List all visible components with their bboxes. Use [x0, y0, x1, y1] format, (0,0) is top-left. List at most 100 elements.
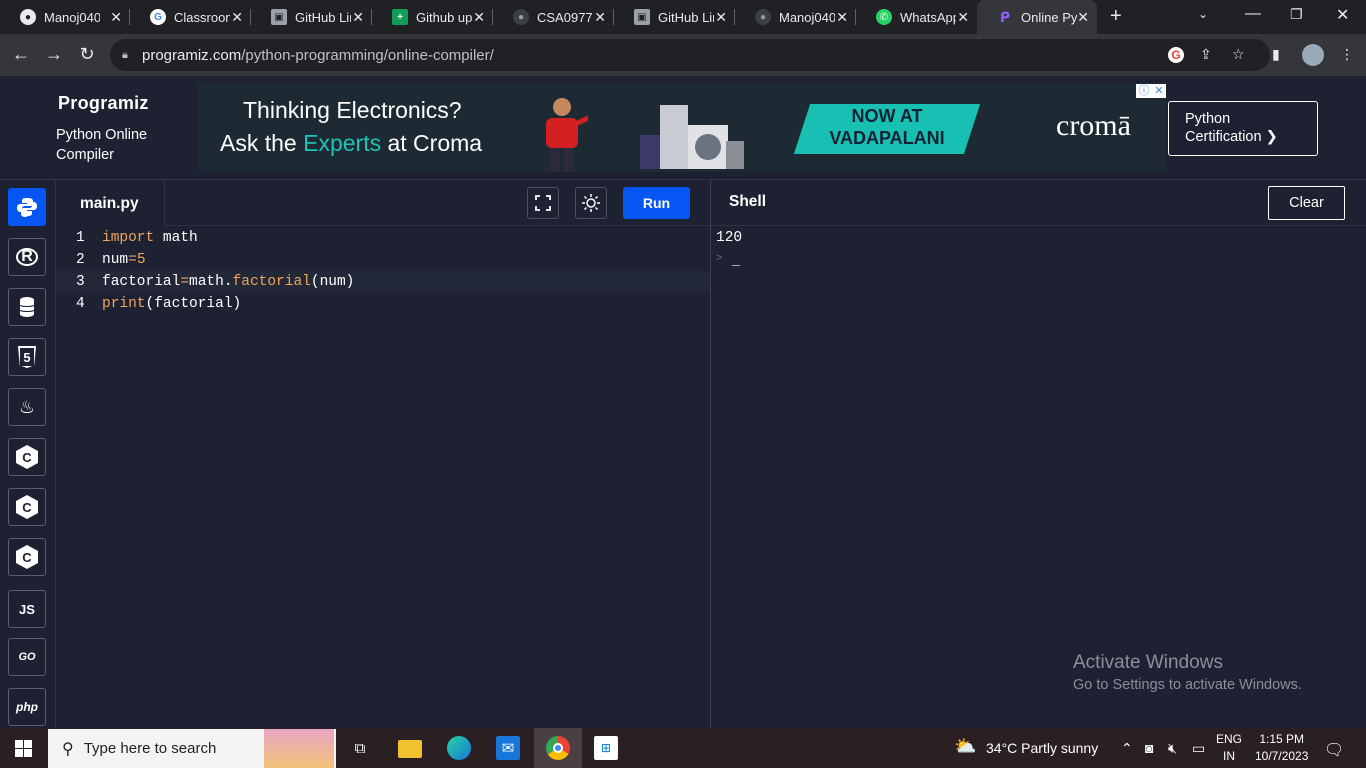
browser-tab[interactable]: ✆ WhatsApp ✕: [856, 0, 977, 34]
sidebar-item-python[interactable]: [8, 188, 46, 226]
close-tab-icon[interactable]: ✕: [715, 9, 727, 26]
language-indicator[interactable]: ENG IN: [1216, 731, 1242, 765]
weather-icon[interactable]: ⛅: [954, 736, 976, 757]
close-window-button[interactable]: ✕: [1336, 5, 1349, 25]
sidebar-item-go[interactable]: GO: [8, 638, 46, 676]
sidebar-item-php[interactable]: php: [8, 688, 46, 726]
code-line[interactable]: 4 print(factorial): [56, 293, 710, 315]
programiz-logo[interactable]: Programiz: [58, 93, 149, 114]
restore-button[interactable]: ❐: [1290, 6, 1303, 23]
sidebar-item-r[interactable]: R: [8, 238, 46, 276]
menu-icon[interactable]: ⋮: [1340, 46, 1354, 63]
programiz-icon: ᑭ: [999, 8, 1011, 25]
theme-toggle-button[interactable]: [575, 187, 607, 219]
shell-title: Shell: [729, 193, 767, 210]
reload-button[interactable]: ↻: [76, 44, 98, 65]
browser-tab[interactable]: ● CSA0977- ✕: [493, 0, 614, 34]
close-tab-icon[interactable]: ✕: [231, 9, 243, 26]
code-editor[interactable]: 1 import math 2 num=5 3 factorial=math.f…: [56, 227, 710, 728]
forward-button[interactable]: →: [43, 44, 65, 65]
activate-windows-subtitle: Go to Settings to activate Windows.: [1073, 677, 1302, 693]
image-icon: ▣: [271, 9, 287, 25]
browser-tab[interactable]: ▣ GitHub Lir ✕: [614, 0, 735, 34]
ad-badge-line2: VADAPALANI: [829, 128, 945, 148]
notifications-icon[interactable]: 🗨︎: [1324, 740, 1344, 760]
side-panel-icon[interactable]: ▮: [1272, 46, 1280, 63]
image-icon: ▣: [634, 9, 650, 25]
tab-search-icon[interactable]: ⌄: [1198, 7, 1208, 21]
file-tab-main-py[interactable]: main.py: [56, 180, 165, 226]
sidebar-item-c[interactable]: C: [8, 438, 46, 476]
browser-tab[interactable]: ▣ GitHub Lir ✕: [251, 0, 372, 34]
mail-icon[interactable]: ✉: [496, 736, 520, 760]
cpp-icon: C: [16, 495, 38, 519]
python-certification-button[interactable]: Python Certification ❯: [1168, 101, 1318, 156]
ad-banner[interactable]: Thinking Electronics? Ask the Experts at…: [198, 83, 1166, 172]
browser-tab-active[interactable]: ᑭ Online Py ✕: [977, 0, 1097, 34]
edge-icon[interactable]: [447, 736, 471, 760]
close-tab-icon[interactable]: ✕: [836, 9, 848, 26]
code-line[interactable]: 2 num=5: [56, 249, 710, 271]
csharp-icon: C: [16, 545, 38, 569]
sidebar-item-java[interactable]: ♨: [8, 388, 46, 426]
browser-tab[interactable]: G Classroom ✕: [130, 0, 251, 34]
sidebar-item-javascript[interactable]: JS: [8, 590, 46, 628]
shell-output-text: 120: [716, 230, 743, 246]
shell-output[interactable]: 120 > _: [711, 227, 1366, 728]
line-number: 1: [76, 230, 85, 246]
file-explorer-icon[interactable]: [398, 740, 422, 758]
share-icon[interactable]: ⇪: [1200, 46, 1212, 63]
weather-text[interactable]: 34°C Partly sunny: [986, 740, 1098, 756]
meet-now-icon[interactable]: ◙: [1145, 740, 1153, 756]
close-tab-icon[interactable]: ✕: [110, 9, 122, 26]
browser-tab[interactable]: ● Manoj040 ✕: [735, 0, 856, 34]
ad-line2: Ask the Experts at Croma: [220, 130, 483, 156]
ad-choices-icon[interactable]: ⓘ ✕: [1136, 84, 1166, 98]
github-icon: ●: [20, 9, 36, 25]
system-clock[interactable]: 1:15 PM 10/7/2023: [1255, 731, 1308, 765]
new-tab-button[interactable]: +: [1110, 5, 1122, 28]
close-tab-icon[interactable]: ✕: [957, 9, 969, 26]
sheets-icon: +: [392, 9, 408, 25]
sidebar-item-csharp[interactable]: C: [8, 538, 46, 576]
code-line-current[interactable]: 3 factorial=math.factorial(num): [56, 271, 710, 293]
database-icon: [19, 297, 35, 317]
chevron-up-icon[interactable]: ⌃: [1121, 740, 1133, 757]
minimize-button[interactable]: —: [1245, 5, 1261, 23]
browser-tab[interactable]: + Github up ✕: [372, 0, 493, 34]
browser-tab[interactable]: ● Manoj040 ✕: [0, 0, 130, 34]
fullscreen-button[interactable]: [527, 187, 559, 219]
bookmark-star-icon[interactable]: ☆: [1232, 46, 1245, 63]
line-number: 2: [76, 252, 85, 268]
google-lens-icon[interactable]: G: [1168, 46, 1184, 63]
close-tab-icon[interactable]: ✕: [594, 9, 606, 26]
activate-windows-title: Activate Windows: [1073, 652, 1223, 673]
whatsapp-icon: ✆: [876, 9, 892, 25]
line-number: 3: [76, 274, 85, 290]
code-line[interactable]: 1 import math: [56, 227, 710, 249]
windows-start-icon[interactable]: [15, 740, 32, 757]
profile-avatar[interactable]: [1302, 44, 1324, 66]
back-button[interactable]: ←: [10, 44, 32, 65]
network-icon[interactable]: ▭: [1192, 740, 1205, 757]
python-icon: [17, 198, 37, 217]
speaker-muted-icon[interactable]: 🔇︎: [1168, 740, 1177, 757]
ad-appliances-image: [640, 105, 744, 169]
close-tab-icon[interactable]: ✕: [473, 9, 485, 26]
close-tab-icon[interactable]: ✕: [352, 9, 364, 26]
taskbar-search[interactable]: ⚲ Type here to search: [48, 729, 336, 768]
url-bar[interactable]: 🔒︎ programiz.com/python-programming/onli…: [110, 39, 1270, 71]
close-tab-icon[interactable]: ✕: [1077, 9, 1089, 26]
sidebar-item-sql[interactable]: [8, 288, 46, 326]
language-sidebar: R 5 ♨ C C C JS GO php: [0, 180, 56, 728]
taskbar-search-placeholder: Type here to search: [83, 740, 217, 757]
chrome-icon[interactable]: [546, 736, 570, 760]
sidebar-item-html[interactable]: 5: [8, 338, 46, 376]
microsoft-store-icon[interactable]: ⊞: [594, 736, 618, 760]
run-button[interactable]: Run: [623, 187, 690, 219]
c-icon: C: [16, 445, 38, 469]
ad-badge-line1: NOW AT: [851, 106, 923, 126]
task-view-icon[interactable]: ⧉: [348, 736, 372, 760]
clear-button[interactable]: Clear: [1268, 186, 1345, 220]
sidebar-item-cpp[interactable]: C: [8, 488, 46, 526]
